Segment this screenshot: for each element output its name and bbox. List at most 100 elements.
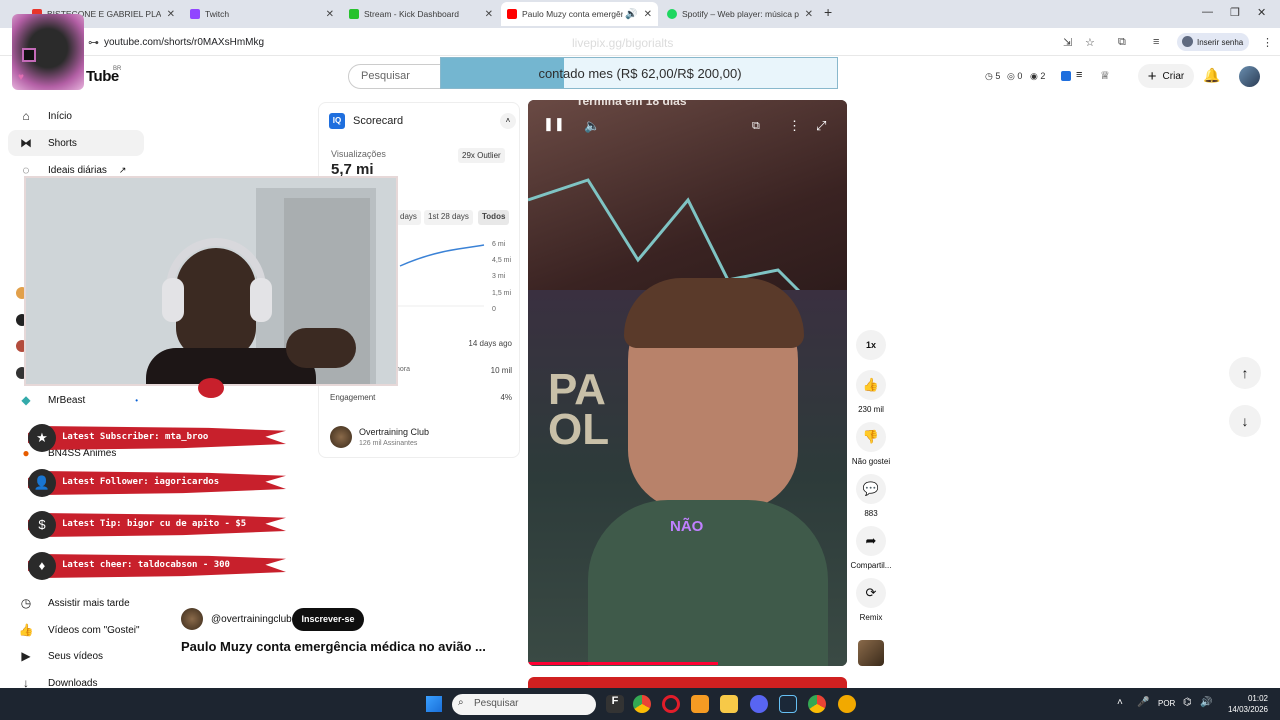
pause-icon[interactable]: ❚❚ xyxy=(543,116,565,132)
sidebar-item-ideas[interactable]: ◌ Ideais diárias ↗ xyxy=(18,163,126,177)
site-info-icon[interactable]: ⊶ xyxy=(88,36,99,49)
webcam-overlay xyxy=(24,176,398,386)
app-f-icon[interactable]: F xyxy=(606,695,624,713)
windows-start-icon[interactable] xyxy=(426,696,442,712)
vidiq-icon[interactable] xyxy=(1061,71,1071,81)
goal-text-rest: do mes (R$ 62,00/R$ 200,00) xyxy=(570,66,742,81)
bookmark-star-icon[interactable]: ☆ xyxy=(1085,36,1095,49)
home-icon: ⌂ xyxy=(22,109,30,123)
fullscreen-icon[interactable]: ⤢ xyxy=(816,118,826,134)
new-tab-icon[interactable]: + xyxy=(824,4,832,20)
app-a-icon[interactable] xyxy=(691,695,709,713)
extensions-icon[interactable]: ⧉ xyxy=(1118,36,1126,49)
taskbar-search[interactable]: Pesquisar xyxy=(452,694,596,715)
scorecard-channel-name[interactable]: Overtraining Club xyxy=(359,427,429,437)
trophy-icon[interactable]: ♕ xyxy=(1100,69,1110,82)
url-field[interactable]: youtube.com/shorts/r0MAXsHmMkg xyxy=(104,37,264,48)
dislike-label: Não gostei xyxy=(851,457,891,466)
channel-handle[interactable]: @overtrainingclub xyxy=(211,614,292,625)
chrome-icon[interactable] xyxy=(808,695,826,713)
live-dot-icon: • xyxy=(135,395,139,405)
tab-label: Twitch xyxy=(205,9,230,19)
discord-icon[interactable] xyxy=(750,695,768,713)
steam-icon[interactable] xyxy=(779,695,797,713)
taskbar-clock[interactable]: 01:02 14/03/2026 xyxy=(1222,693,1268,715)
y-tick: 3 mi xyxy=(492,273,506,280)
latest-tip-alert: $ Latest Tip: bigor cu de apito - $5 xyxy=(28,511,288,539)
microphone-icon[interactable]: 🎤 xyxy=(1137,697,1149,708)
views-label: Visualizações xyxy=(331,149,386,159)
list-icon[interactable]: ≡ xyxy=(1076,69,1082,81)
tab-days[interactable]: days xyxy=(396,210,421,225)
tab-2[interactable]: Stream - Kick Dashboard ✕ xyxy=(343,2,499,26)
dislike-button[interactable]: 👎 Não gostei xyxy=(846,422,896,466)
mrbeast-avatar-icon: ◆ xyxy=(21,393,31,407)
tab-4[interactable]: Spotify – Web player: música p ✕ xyxy=(661,2,819,26)
chrome-icon[interactable] xyxy=(633,695,651,713)
y-tick: 1,5 mi xyxy=(492,290,512,297)
views-line xyxy=(399,244,485,267)
video-title[interactable]: Paulo Muzy conta emergência médica no av… xyxy=(181,639,486,654)
remix-button[interactable]: ⟳ Remix xyxy=(846,578,896,622)
create-button[interactable]: + Criar xyxy=(1138,64,1194,88)
close-tab-icon[interactable]: ✕ xyxy=(805,9,813,20)
collapse-chevron-icon[interactable]: ˄ xyxy=(500,113,516,129)
password-button[interactable]: Inserir senha xyxy=(1177,33,1249,51)
channel-info[interactable]: @overtrainingclub xyxy=(181,608,292,630)
volume-tray-icon[interactable]: 🔊 xyxy=(1200,697,1212,708)
app-icon[interactable] xyxy=(838,695,856,713)
y-tick: 0 xyxy=(492,306,496,313)
sound-thumbnail[interactable] xyxy=(858,640,884,666)
sidebar-item-mrbeast[interactable]: ◆ MrBeast • xyxy=(18,393,138,407)
share-label: Compartil... xyxy=(850,561,892,570)
captions-icon[interactable]: ⧉ xyxy=(752,120,760,133)
account-avatar[interactable] xyxy=(1239,66,1260,87)
views-growth-chart xyxy=(398,244,485,307)
more-options-icon[interactable]: ⋮ xyxy=(788,118,801,134)
close-window-icon[interactable]: ✕ xyxy=(1257,6,1266,19)
shorts-video-player[interactable]: PA OL Termina em 18 dias ❚❚ 🔈 ⧉ ⋮ ⤢ NÃO xyxy=(528,100,847,666)
sidebar-item-your-videos[interactable]: ▶ Seus vídeos xyxy=(18,649,103,663)
browser-menu-icon[interactable]: ⋮ xyxy=(1262,36,1273,49)
sidebar-item-home[interactable]: ⌂ Início xyxy=(18,109,72,123)
volume-icon[interactable]: 🔈 xyxy=(584,118,600,134)
channel-avatar[interactable] xyxy=(330,426,352,448)
tray-chevron-icon[interactable]: ˄ xyxy=(1117,697,1123,708)
background-sign: PA OL xyxy=(548,365,610,454)
scorecard-title: Scorecard xyxy=(353,115,404,127)
notifications-bell-icon[interactable]: 🔔 xyxy=(1203,67,1220,84)
progress-bar[interactable] xyxy=(528,662,718,665)
like-button[interactable]: 👍 230 mil xyxy=(846,370,896,414)
media-control-icon[interactable]: ≡ xyxy=(1153,36,1159,48)
network-icon[interactable]: ⌬ xyxy=(1183,697,1192,708)
maximize-icon[interactable]: ❐ xyxy=(1230,6,1240,19)
speaker-icon[interactable]: 🔊 xyxy=(625,9,637,20)
thumbs-down-icon: 👎 xyxy=(856,422,886,452)
playback-speed-button[interactable]: 1x xyxy=(846,330,896,365)
diamond-icon: ♦ xyxy=(28,552,56,580)
previous-short-button[interactable]: ↑ xyxy=(1229,357,1261,389)
subscribe-button[interactable]: Inscrever-se xyxy=(292,608,364,631)
tab-all[interactable]: Todos xyxy=(478,210,510,225)
share-button[interactable]: ➦ Compartil... xyxy=(846,526,896,570)
file-explorer-icon[interactable] xyxy=(720,695,738,713)
tab-first-28-days[interactable]: 1st 28 days xyxy=(424,210,473,225)
sidebar-item-watch-later[interactable]: ◷ Assistir mais tarde xyxy=(18,596,130,610)
channel-avatar[interactable] xyxy=(181,608,203,630)
language-indicator[interactable]: POR xyxy=(1158,699,1175,708)
sidebar-item-liked[interactable]: 👍 Vídeos com "Gostei" xyxy=(18,623,140,637)
sidebar-item-shorts[interactable]: ⧓ Shorts xyxy=(18,136,77,150)
comments-button[interactable]: 💬 883 xyxy=(846,474,896,518)
tab-1[interactable]: Twitch ✕ xyxy=(184,2,340,26)
comments-count: 883 xyxy=(864,509,878,518)
install-app-icon[interactable]: ⇲ xyxy=(1063,36,1072,49)
search-input[interactable]: Pesquisar xyxy=(348,64,444,89)
close-tab-icon[interactable]: ✕ xyxy=(485,9,493,20)
tab-3[interactable]: Paulo Muzy conta emergên 🔊 ✕ xyxy=(501,2,658,26)
minimize-icon[interactable]: — xyxy=(1202,6,1213,18)
close-tab-icon[interactable]: ✕ xyxy=(326,9,334,20)
next-short-button[interactable]: ↓ xyxy=(1229,405,1261,437)
close-tab-icon[interactable]: ✕ xyxy=(644,9,652,20)
close-tab-icon[interactable]: ✕ xyxy=(167,9,175,20)
opera-icon[interactable] xyxy=(662,695,680,713)
